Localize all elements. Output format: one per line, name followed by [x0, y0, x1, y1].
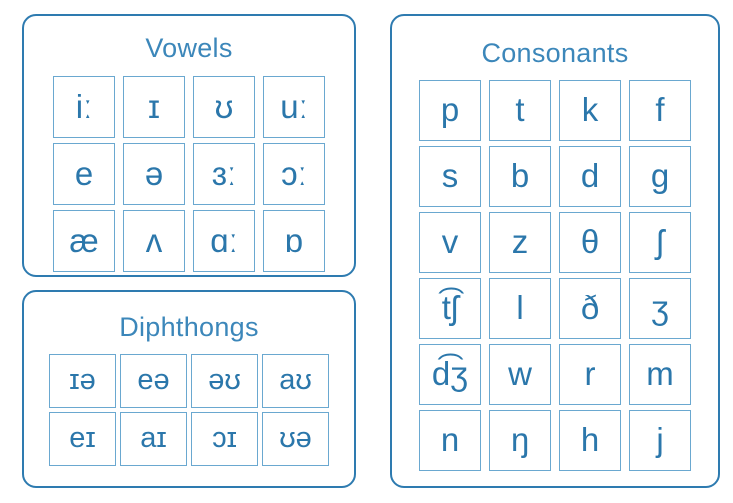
- phoneme-symbol: e: [74, 154, 94, 192]
- phoneme-cell[interactable]: ʃ: [629, 212, 691, 273]
- phoneme-symbol: uː: [280, 87, 308, 125]
- phoneme-cell[interactable]: e: [53, 143, 115, 205]
- phoneme-cell[interactable]: d͡ʒ: [419, 344, 481, 405]
- phoneme-symbol: ʒ: [651, 289, 669, 326]
- phoneme-cell[interactable]: æ: [53, 210, 115, 272]
- phoneme-cell[interactable]: ʌ: [123, 210, 185, 272]
- panel-vowels-title: Vowels: [145, 33, 233, 63]
- phoneme-cell[interactable]: ɜː: [193, 143, 255, 205]
- phoneme-symbol: t: [515, 91, 525, 128]
- phoneme-cell[interactable]: aʊ: [262, 354, 329, 408]
- phoneme-cell[interactable]: r: [559, 344, 621, 405]
- panel-diphthongs-title: Diphthongs: [119, 312, 259, 342]
- phoneme-symbol: t͡ʃ: [441, 289, 459, 326]
- phoneme-symbol: ɒ: [284, 221, 304, 259]
- phoneme-symbol: l: [516, 289, 524, 326]
- panel-vowels: Vowels iː ɪ ʊ uː e ə ɜː ɔː æ ʌ ɑː ɒ: [22, 14, 356, 277]
- phoneme-cell[interactable]: ð: [559, 278, 621, 339]
- phoneme-symbol: eə: [137, 363, 170, 396]
- phoneme-symbol: θ: [580, 223, 600, 260]
- phoneme-cell[interactable]: ʒ: [629, 278, 691, 339]
- phoneme-symbol: p: [440, 91, 460, 128]
- phoneme-cell[interactable]: uː: [263, 76, 325, 138]
- consonants-grid: p t k f s b d g v z θ ʃ t͡ʃ l ð ʒ d͡ʒ w r m n ŋ h j: [419, 80, 691, 471]
- phoneme-symbol: ə: [144, 154, 164, 192]
- phoneme-cell[interactable]: ɔː: [263, 143, 325, 205]
- phoneme-cell[interactable]: ɒ: [263, 210, 325, 272]
- phoneme-symbol: ɜː: [211, 154, 237, 192]
- phoneme-cell[interactable]: ə: [123, 143, 185, 205]
- phoneme-symbol: ʊ: [214, 87, 234, 125]
- phoneme-cell[interactable]: eɪ: [49, 412, 116, 466]
- phoneme-symbol: h: [580, 421, 600, 458]
- phoneme-cell[interactable]: v: [419, 212, 481, 273]
- phoneme-cell[interactable]: ʊ: [193, 76, 255, 138]
- phoneme-symbol: ʊə: [279, 421, 312, 454]
- phoneme-symbol: r: [584, 355, 596, 392]
- phoneme-symbol: w: [508, 355, 532, 392]
- phoneme-cell[interactable]: k: [559, 80, 621, 141]
- phoneme-cell[interactable]: ɑː: [193, 210, 255, 272]
- phoneme-symbol: s: [441, 157, 459, 194]
- phoneme-cell[interactable]: d: [559, 146, 621, 207]
- phoneme-symbol: aʊ: [279, 363, 312, 396]
- phoneme-symbol: ɑː: [210, 221, 238, 259]
- phoneme-cell[interactable]: t͡ʃ: [419, 278, 481, 339]
- panel-diphthongs: Diphthongs ɪə eə əʊ aʊ eɪ aɪ ɔɪ ʊə: [22, 290, 356, 488]
- vowels-grid: iː ɪ ʊ uː e ə ɜː ɔː æ ʌ ɑː ɒ: [53, 76, 325, 272]
- phoneme-symbol: d: [580, 157, 600, 194]
- phoneme-symbol: ɪ: [148, 87, 160, 125]
- phoneme-cell[interactable]: z: [489, 212, 551, 273]
- phoneme-symbol: iː: [75, 87, 93, 125]
- phoneme-cell[interactable]: ŋ: [489, 410, 551, 471]
- phoneme-cell[interactable]: t: [489, 80, 551, 141]
- phoneme-symbol: eɪ: [69, 421, 96, 454]
- phoneme-symbol: v: [441, 223, 459, 260]
- phoneme-symbol: æ: [69, 221, 99, 259]
- phoneme-symbol: f: [655, 91, 665, 128]
- phoneme-cell[interactable]: θ: [559, 212, 621, 273]
- phoneme-cell[interactable]: ʊə: [262, 412, 329, 466]
- phoneme-cell[interactable]: b: [489, 146, 551, 207]
- phoneme-cell[interactable]: h: [559, 410, 621, 471]
- phoneme-symbol: n: [440, 421, 460, 458]
- phoneme-cell[interactable]: s: [419, 146, 481, 207]
- phoneme-cell[interactable]: iː: [53, 76, 115, 138]
- phoneme-cell[interactable]: m: [629, 344, 691, 405]
- phoneme-cell[interactable]: p: [419, 80, 481, 141]
- phoneme-symbol: ɔɪ: [212, 421, 237, 454]
- phoneme-symbol: ɪə: [69, 363, 96, 396]
- phoneme-cell[interactable]: ɪə: [49, 354, 116, 408]
- phoneme-symbol: ð: [580, 289, 600, 326]
- phoneme-symbol: ɔː: [281, 154, 307, 192]
- phoneme-cell[interactable]: g: [629, 146, 691, 207]
- phoneme-symbol: k: [581, 91, 599, 128]
- phoneme-cell[interactable]: l: [489, 278, 551, 339]
- phoneme-symbol: z: [511, 223, 529, 260]
- phoneme-cell[interactable]: aɪ: [120, 412, 187, 466]
- phoneme-cell[interactable]: ɔɪ: [191, 412, 258, 466]
- phoneme-symbol: ʌ: [145, 221, 163, 259]
- phoneme-cell[interactable]: f: [629, 80, 691, 141]
- phoneme-cell[interactable]: w: [489, 344, 551, 405]
- diphthongs-grid: ɪə eə əʊ aʊ eɪ aɪ ɔɪ ʊə: [49, 354, 329, 466]
- phoneme-cell[interactable]: n: [419, 410, 481, 471]
- phoneme-symbol: j: [656, 421, 664, 458]
- ipa-phonetic-chart: Vowels iː ɪ ʊ uː e ə ɜː ɔː æ ʌ ɑː ɒ Diphthongs ɪə eə…: [0, 0, 733, 503]
- panel-consonants: Consonants p t k f s b d g v z θ ʃ t͡ʃ l ð ʒ d͡ʒ w r m n ŋ h j: [390, 14, 720, 488]
- phoneme-symbol: aɪ: [140, 421, 167, 454]
- phoneme-symbol: ʃ: [656, 223, 664, 260]
- panel-consonants-title: Consonants: [481, 38, 629, 68]
- phoneme-symbol: d͡ʒ: [431, 355, 469, 392]
- phoneme-symbol: b: [510, 157, 530, 194]
- phoneme-symbol: əʊ: [208, 363, 241, 396]
- phoneme-cell[interactable]: ɪ: [123, 76, 185, 138]
- phoneme-symbol: g: [650, 157, 670, 194]
- phoneme-symbol: m: [646, 355, 674, 392]
- phoneme-cell[interactable]: əʊ: [191, 354, 258, 408]
- phoneme-cell[interactable]: eə: [120, 354, 187, 408]
- phoneme-symbol: ŋ: [510, 421, 530, 458]
- phoneme-cell[interactable]: j: [629, 410, 691, 471]
